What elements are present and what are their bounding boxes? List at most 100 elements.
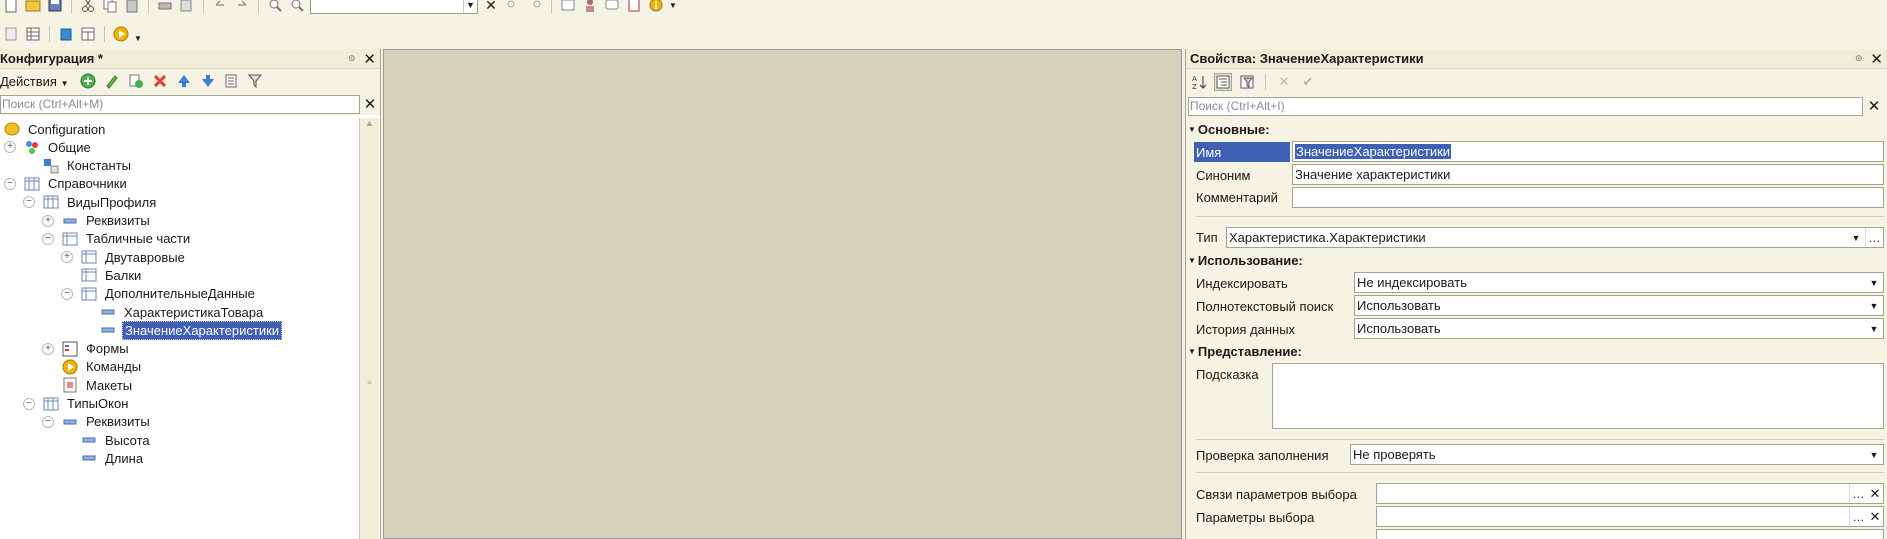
scroll-up-icon[interactable]: ▲ xyxy=(360,118,379,136)
expand-icon[interactable]: + xyxy=(42,214,54,227)
type-field[interactable]: Характеристика.Характеристики ▼ … xyxy=(1226,227,1884,248)
tree-item-label: Формы xyxy=(86,341,129,357)
table-icon[interactable] xyxy=(79,25,97,43)
list-icon[interactable] xyxy=(2,25,20,43)
choice-links-field[interactable]: … ✕ xyxy=(1376,483,1884,504)
filter-properties-icon[interactable] xyxy=(1238,73,1256,91)
properties-search-input[interactable]: Поиск (Ctrl+Alt+I) xyxy=(1188,96,1863,116)
clear-icon[interactable]: ✕ xyxy=(1867,484,1883,503)
section-usage[interactable]: ▼ Использование: xyxy=(1188,251,1303,269)
collapse-icon[interactable]: ▼ xyxy=(1188,347,1196,356)
categorized-icon[interactable] xyxy=(1214,73,1232,91)
properties-search-placeholder: Поиск (Ctrl+Alt+I) xyxy=(1190,99,1285,113)
database-update-icon[interactable] xyxy=(57,25,75,43)
comment-field[interactable] xyxy=(1292,187,1884,208)
find-icon[interactable] xyxy=(266,0,284,14)
indexing-value: Не индексировать xyxy=(1357,275,1467,290)
chevron-down-icon[interactable]: ▼ xyxy=(1865,319,1883,338)
save-icon[interactable] xyxy=(46,0,64,14)
window-icon[interactable] xyxy=(559,0,577,14)
choice-params-field[interactable]: … ✕ xyxy=(1376,506,1884,527)
fulltext-label: Полнотекстовый поиск xyxy=(1196,298,1334,314)
tree-item[interactable]: Длина xyxy=(61,447,145,469)
search-icon[interactable] xyxy=(288,0,306,14)
actions-menu-button[interactable]: Действия ▼ xyxy=(0,74,69,89)
collapse-icon[interactable]: − xyxy=(23,397,35,410)
run-icon[interactable] xyxy=(112,25,130,43)
tree-item-label: Справочники xyxy=(48,176,127,192)
redo-icon[interactable] xyxy=(233,0,251,14)
chevron-down-icon[interactable]: ▼ xyxy=(463,0,477,13)
chevron-down-icon[interactable]: ▼ xyxy=(1865,445,1883,464)
print-preview-icon[interactable] xyxy=(178,0,196,14)
expand-icon[interactable]: + xyxy=(61,251,73,264)
name-field[interactable]: ЗначениеХарактеристики xyxy=(1292,141,1884,162)
open-folder-icon[interactable] xyxy=(24,0,42,14)
clear-search-icon[interactable]: ✕ xyxy=(360,95,380,113)
select-more-icon[interactable]: … xyxy=(1849,484,1867,503)
close-icon[interactable]: ✕ xyxy=(482,0,500,14)
pin-icon[interactable]: ⊙ xyxy=(1855,53,1863,64)
add-icon[interactable] xyxy=(79,72,97,90)
chevron-down-icon[interactable]: ▼ xyxy=(1865,273,1883,292)
collapse-icon[interactable]: ▼ xyxy=(1188,125,1196,134)
paste-icon[interactable] xyxy=(123,0,141,14)
clear-icon[interactable]: ✕ xyxy=(1867,507,1883,526)
actions-bar: Действия ▼ xyxy=(0,69,380,93)
delete-icon[interactable] xyxy=(151,72,169,90)
sort-alphabetical-icon[interactable]: AZ xyxy=(1190,73,1208,91)
select-more-icon[interactable]: … xyxy=(1865,228,1883,247)
new-file-icon[interactable] xyxy=(2,0,20,14)
copy-icon[interactable] xyxy=(101,0,119,14)
select-more-icon[interactable]: … xyxy=(1849,507,1867,526)
user-icon[interactable] xyxy=(581,0,599,14)
clear-search-icon[interactable]: ✕ xyxy=(1863,97,1885,115)
collapse-icon[interactable]: − xyxy=(61,287,73,300)
print-icon[interactable] xyxy=(156,0,174,14)
find-next-icon[interactable] xyxy=(526,0,544,14)
synonym-field[interactable]: Значение характеристики xyxy=(1292,164,1884,185)
section-usage-label: Использование: xyxy=(1197,252,1303,268)
clear-value-icon[interactable]: ✕ xyxy=(1275,73,1293,91)
tree-search-input[interactable]: Поиск (Ctrl+Alt+M) xyxy=(0,94,360,114)
tooltip-textarea[interactable] xyxy=(1272,363,1884,429)
collapse-icon[interactable]: ▼ xyxy=(1188,256,1196,265)
dropdown-arrow-icon[interactable]: ▼ xyxy=(134,34,142,43)
scroll-grip-icon[interactable]: ≡ xyxy=(360,378,379,387)
section-main[interactable]: ▼ Основные: xyxy=(1188,120,1270,138)
close-icon[interactable]: ✕ xyxy=(363,50,376,68)
notes-icon[interactable] xyxy=(625,0,643,14)
collapse-icon[interactable]: − xyxy=(4,177,16,190)
tree-scrollbar[interactable]: ▲ ≡ xyxy=(359,118,379,539)
close-icon[interactable]: ✕ xyxy=(1870,50,1883,68)
chevron-down-icon[interactable]: ▼ xyxy=(1847,228,1865,247)
dropdown-arrow-icon[interactable]: ▼ xyxy=(669,1,677,10)
find-previous-icon[interactable] xyxy=(504,0,522,14)
collapse-icon[interactable]: − xyxy=(42,232,54,245)
collapse-icon[interactable]: − xyxy=(42,415,54,428)
copy-add-icon[interactable] xyxy=(127,72,145,90)
grid-icon[interactable] xyxy=(24,25,42,43)
partial-field[interactable] xyxy=(1376,529,1884,539)
filter-icon[interactable] xyxy=(247,72,265,90)
pin-icon[interactable]: ⊙ xyxy=(348,53,356,64)
info-icon[interactable] xyxy=(647,0,665,14)
undo-icon[interactable] xyxy=(211,0,229,14)
move-up-icon[interactable] xyxy=(175,72,193,90)
cut-icon[interactable] xyxy=(79,0,97,14)
move-down-icon[interactable] xyxy=(199,72,217,90)
fulltext-select[interactable]: Использовать ▼ xyxy=(1354,295,1884,316)
edit-icon[interactable] xyxy=(103,72,121,90)
collapse-icon[interactable]: − xyxy=(23,196,35,209)
toolbar-search-input[interactable]: ▼ xyxy=(310,0,478,14)
chevron-down-icon[interactable]: ▼ xyxy=(1865,296,1883,315)
expand-icon[interactable]: + xyxy=(4,141,16,154)
history-select[interactable]: Использовать ▼ xyxy=(1354,318,1884,339)
comment-icon[interactable] xyxy=(603,0,621,14)
expand-icon[interactable]: + xyxy=(42,342,54,355)
indexing-select[interactable]: Не индексировать ▼ xyxy=(1354,272,1884,293)
sort-icon[interactable] xyxy=(223,72,241,90)
confirm-icon[interactable]: ✔ xyxy=(1299,73,1317,91)
fill-check-select[interactable]: Не проверять ▼ xyxy=(1350,444,1884,465)
section-presentation[interactable]: ▼ Представление: xyxy=(1188,342,1302,360)
